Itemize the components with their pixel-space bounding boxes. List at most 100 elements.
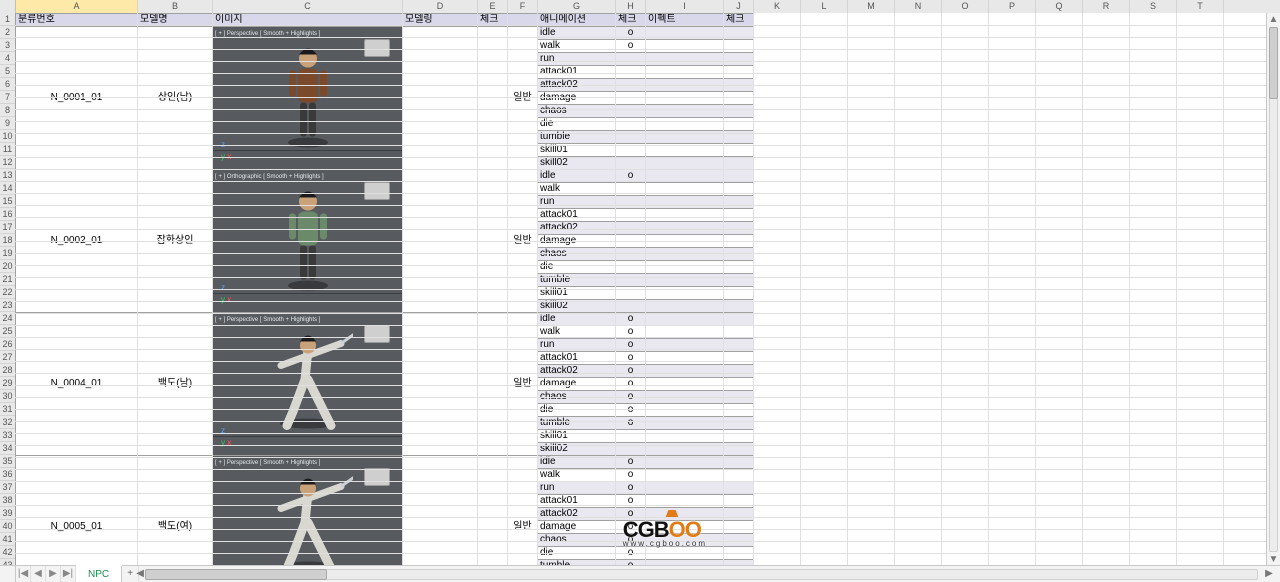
anim-name-cell[interactable]: die <box>538 261 616 274</box>
anim-check-cell[interactable] <box>616 53 646 66</box>
effect-cell[interactable] <box>646 365 724 378</box>
col-header-N[interactable]: N <box>895 0 942 13</box>
check-d-cell[interactable] <box>478 27 508 170</box>
model-name-cell[interactable]: 상인(남) <box>138 27 213 170</box>
vscroll-track[interactable] <box>1269 27 1278 552</box>
anim-name-cell[interactable]: chaos <box>538 105 616 118</box>
anim-name-cell[interactable]: chaos <box>538 534 616 547</box>
anim-check-cell[interactable]: o <box>616 495 646 508</box>
col-header-F[interactable]: F <box>508 0 538 13</box>
effect-cell[interactable] <box>646 170 724 183</box>
row-header-25[interactable]: 25 <box>0 325 15 338</box>
row-header-4[interactable]: 4 <box>0 52 15 65</box>
effect-check-cell[interactable] <box>724 79 754 92</box>
anim-name-cell[interactable]: walk <box>538 469 616 482</box>
anim-check-cell[interactable] <box>616 261 646 274</box>
anim-name-cell[interactable]: skill01 <box>538 287 616 300</box>
vertical-scrollbar[interactable]: ▲ ▼ <box>1266 13 1280 566</box>
col-header-R[interactable]: R <box>1083 0 1130 13</box>
anim-name-cell[interactable]: die <box>538 547 616 560</box>
effect-cell[interactable] <box>646 157 724 170</box>
row-header-16[interactable]: 16 <box>0 208 15 221</box>
preview-image-cell[interactable]: [ + ] Perspective [ Smooth + Highlights … <box>213 27 403 170</box>
row-header-28[interactable]: 28 <box>0 364 15 377</box>
col-header-J[interactable]: J <box>724 0 754 13</box>
header-G[interactable]: 애니메이션 <box>538 14 616 27</box>
effect-check-cell[interactable] <box>724 144 754 157</box>
anim-name-cell[interactable]: idle <box>538 313 616 326</box>
effect-cell[interactable] <box>646 274 724 287</box>
effect-check-cell[interactable] <box>724 105 754 118</box>
category-cell[interactable]: 일반 <box>508 456 538 567</box>
effect-check-cell[interactable] <box>724 118 754 131</box>
effect-check-cell[interactable] <box>724 352 754 365</box>
anim-check-cell[interactable]: o <box>616 378 646 391</box>
horizontal-scrollbar[interactable]: ◀ ▶ <box>139 566 1280 582</box>
row-header-22[interactable]: 22 <box>0 286 15 299</box>
model-name-cell[interactable]: 백도(여) <box>138 456 213 567</box>
effect-cell[interactable] <box>646 326 724 339</box>
effect-check-cell[interactable] <box>724 482 754 495</box>
anim-check-cell[interactable] <box>616 92 646 105</box>
effect-check-cell[interactable] <box>724 378 754 391</box>
anim-check-cell[interactable] <box>616 183 646 196</box>
effect-check-cell[interactable] <box>724 430 754 443</box>
sheet-tab-active[interactable]: NPC <box>76 565 122 582</box>
col-header-D[interactable]: D <box>403 0 478 13</box>
scroll-left-arrow[interactable]: ◀ <box>133 566 147 582</box>
row-header-35[interactable]: 35 <box>0 455 15 468</box>
header-F[interactable] <box>508 14 538 27</box>
anim-name-cell[interactable]: attack01 <box>538 352 616 365</box>
preview-image-cell[interactable]: [ + ] Orthographic [ Smooth + Highlights… <box>213 170 403 313</box>
effect-cell[interactable] <box>646 40 724 53</box>
id-cell[interactable]: N_0001_01 <box>16 27 138 170</box>
effect-cell[interactable] <box>646 248 724 261</box>
col-header-P[interactable]: P <box>989 0 1036 13</box>
anim-name-cell[interactable]: run <box>538 196 616 209</box>
effect-check-cell[interactable] <box>724 443 754 456</box>
effect-cell[interactable] <box>646 261 724 274</box>
header-E[interactable]: 체크 <box>478 14 508 27</box>
row-header-6[interactable]: 6 <box>0 78 15 91</box>
row-header-12[interactable]: 12 <box>0 156 15 169</box>
col-header-S[interactable]: S <box>1130 0 1177 13</box>
anim-name-cell[interactable]: attack02 <box>538 508 616 521</box>
anim-check-cell[interactable] <box>616 157 646 170</box>
anim-name-cell[interactable]: skill02 <box>538 157 616 170</box>
effect-cell[interactable] <box>646 222 724 235</box>
effect-cell[interactable] <box>646 404 724 417</box>
anim-check-cell[interactable]: o <box>616 339 646 352</box>
col-header-G[interactable]: G <box>538 0 616 13</box>
row-header-24[interactable]: 24 <box>0 312 15 325</box>
anim-check-cell[interactable] <box>616 144 646 157</box>
anim-check-cell[interactable]: o <box>616 170 646 183</box>
anim-check-cell[interactable] <box>616 248 646 261</box>
row-header-17[interactable]: 17 <box>0 221 15 234</box>
row-header-21[interactable]: 21 <box>0 273 15 286</box>
header-C[interactable]: 이미지 <box>213 14 403 27</box>
effect-check-cell[interactable] <box>724 339 754 352</box>
effect-check-cell[interactable] <box>724 131 754 144</box>
anim-check-cell[interactable] <box>616 196 646 209</box>
effect-cell[interactable] <box>646 443 724 456</box>
col-header-K[interactable]: K <box>754 0 801 13</box>
row-header-14[interactable]: 14 <box>0 182 15 195</box>
anim-name-cell[interactable]: damage <box>538 378 616 391</box>
tab-nav-last[interactable]: ▶| <box>61 566 76 582</box>
header-J[interactable]: 체크 <box>724 14 754 27</box>
select-all-corner[interactable] <box>0 0 16 14</box>
anim-check-cell[interactable] <box>616 274 646 287</box>
effect-check-cell[interactable] <box>724 326 754 339</box>
row-header-33[interactable]: 33 <box>0 429 15 442</box>
effect-check-cell[interactable] <box>724 404 754 417</box>
modeling-cell[interactable] <box>403 170 478 313</box>
effect-check-cell[interactable] <box>724 40 754 53</box>
col-header-T[interactable]: T <box>1177 0 1224 13</box>
anim-name-cell[interactable]: tumble <box>538 417 616 430</box>
anim-check-cell[interactable] <box>616 222 646 235</box>
anim-check-cell[interactable]: o <box>616 326 646 339</box>
effect-check-cell[interactable] <box>724 495 754 508</box>
anim-check-cell[interactable] <box>616 66 646 79</box>
effect-cell[interactable] <box>646 352 724 365</box>
row-header-1[interactable]: 1 <box>0 13 15 26</box>
